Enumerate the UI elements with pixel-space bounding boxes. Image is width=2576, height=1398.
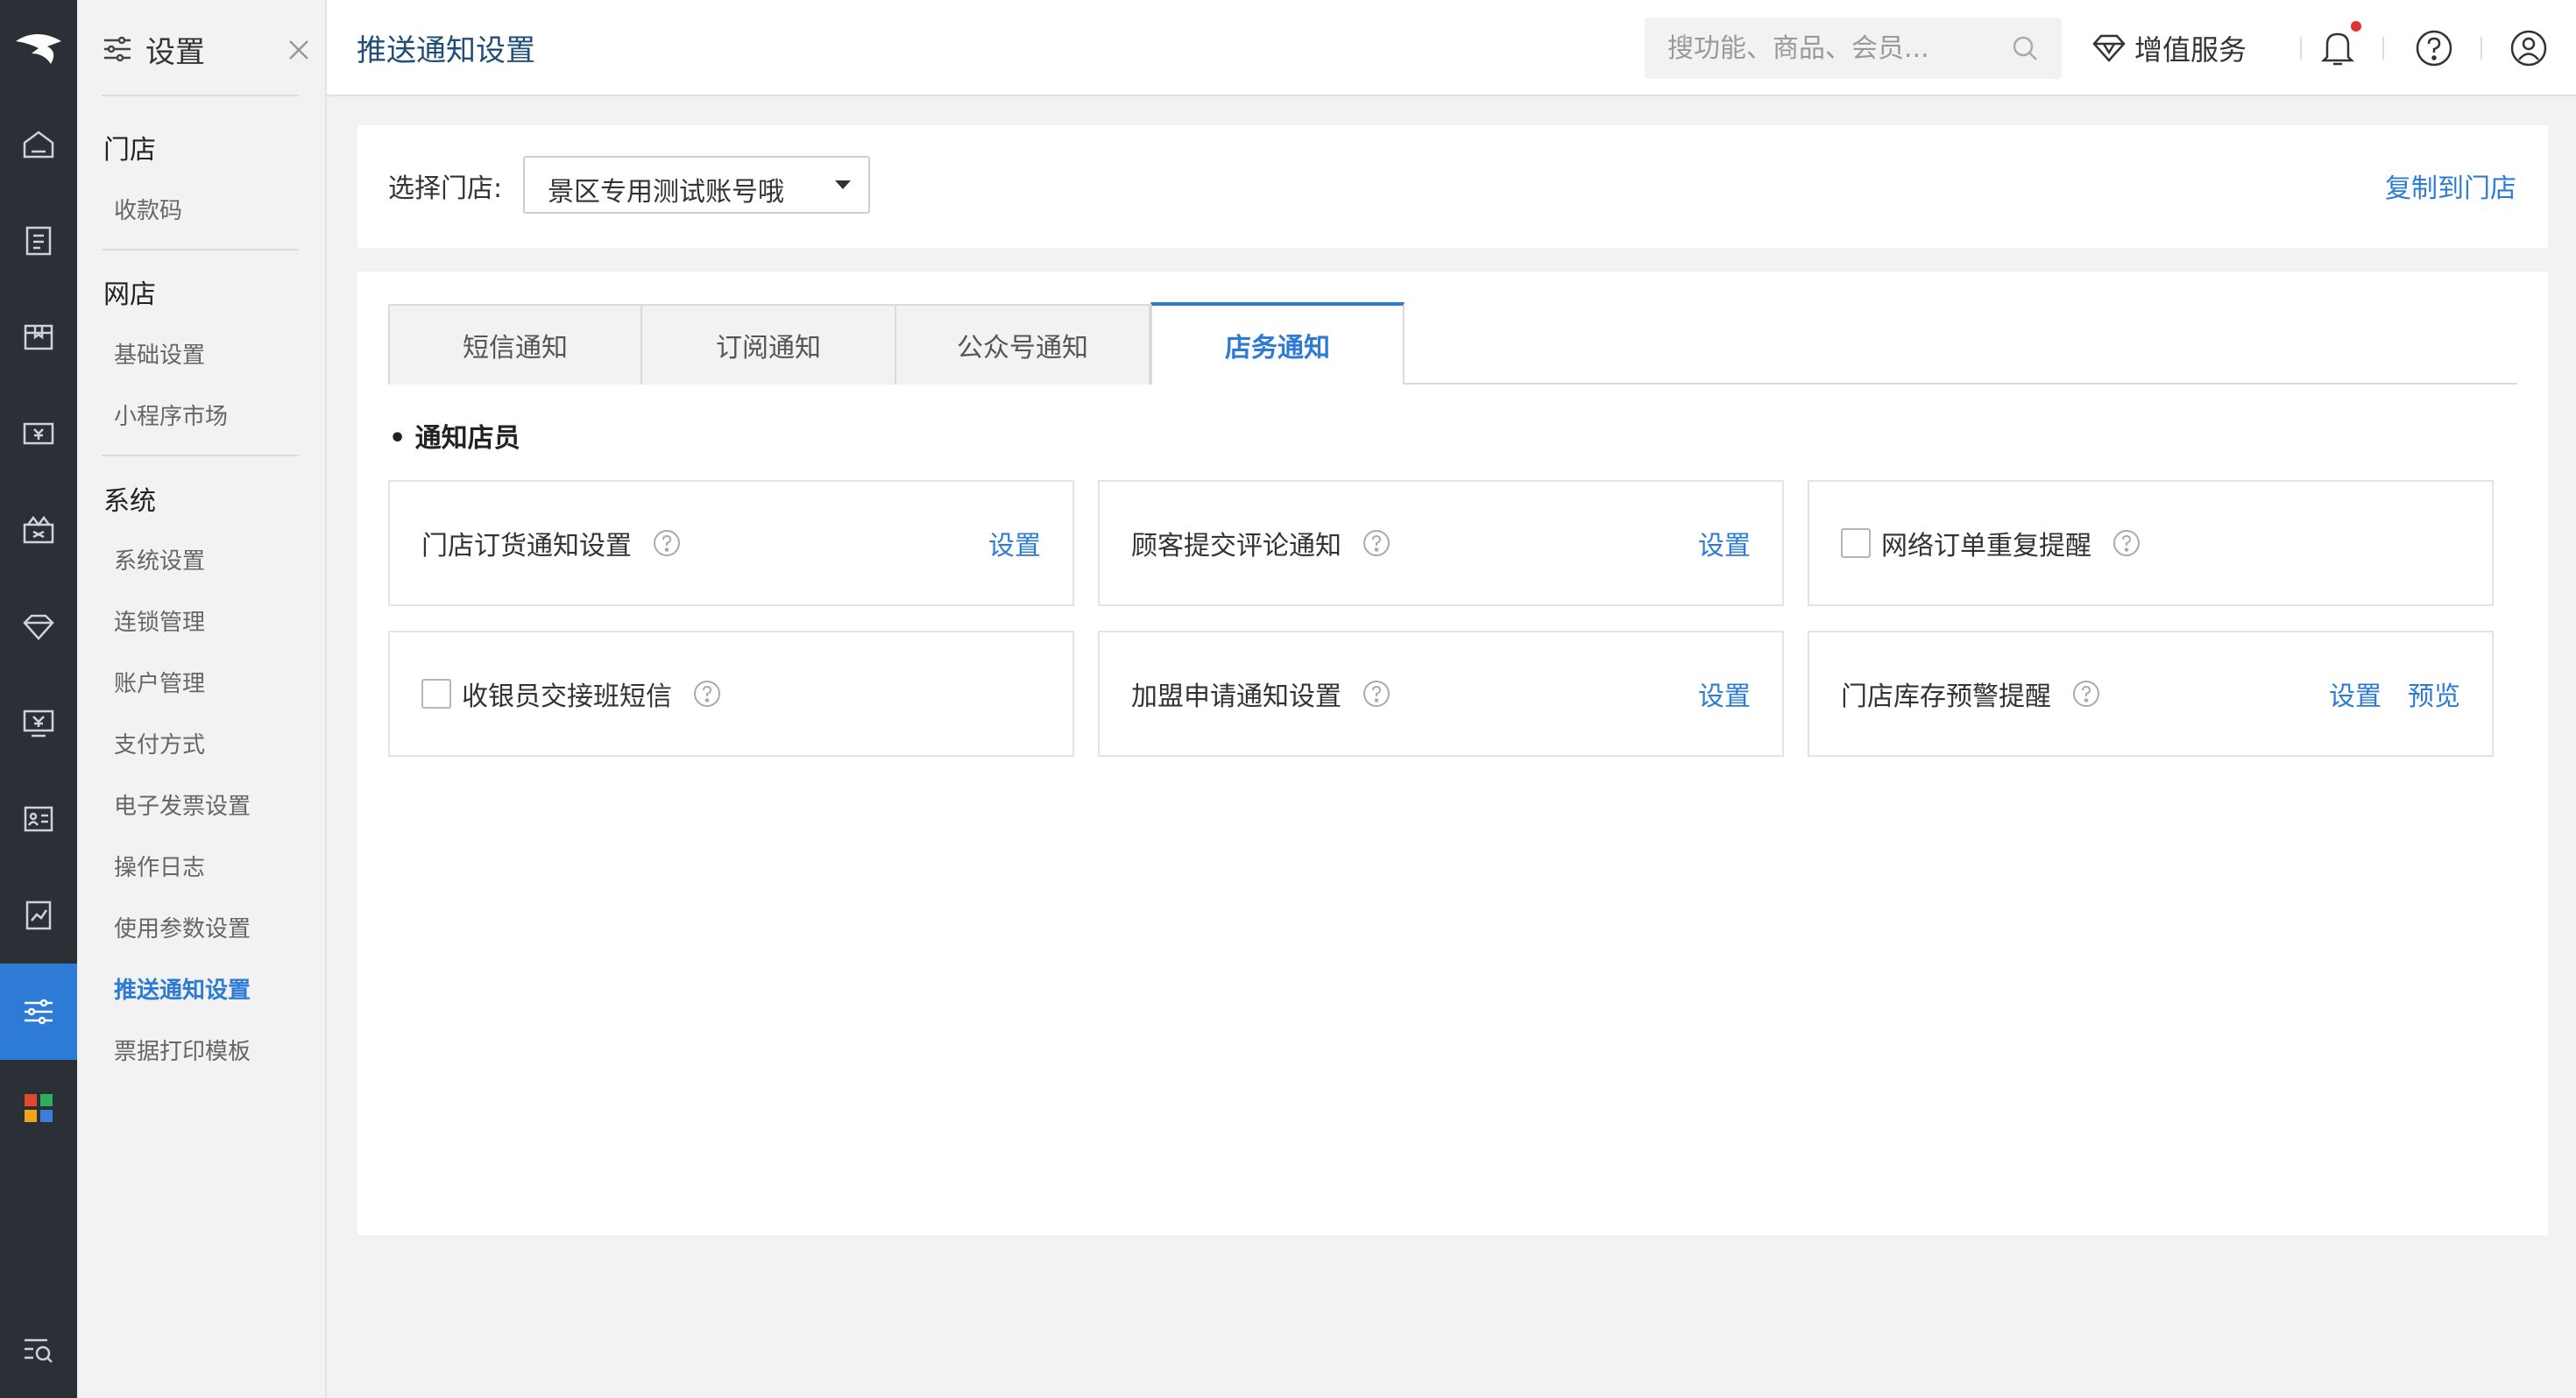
tab-official-account-notification[interactable]: 公众号通知	[896, 304, 1150, 385]
settings-sidebar: 设置 门店 收款码 网店 基础设置 小程序市场 系统 系统设置 连锁管理 账户管…	[77, 0, 327, 1398]
value-added-services-button[interactable]: 增值服务	[2092, 25, 2247, 72]
top-header: 推送通知设置 增值服务	[327, 0, 2576, 96]
sidebar-group-online-store: 网店	[103, 279, 156, 310]
card-customer-review-notification: 顾客提交评论通知 设置	[1098, 480, 1784, 606]
value-added-services-label: 增值服务	[2134, 33, 2247, 67]
divider	[102, 249, 299, 251]
settings-link[interactable]: 设置	[1698, 524, 1751, 562]
card-label: 加盟申请通知设置	[1131, 681, 1341, 712]
divider	[2300, 37, 2302, 60]
sidebar-group-store: 门店	[103, 135, 156, 166]
tab-sms-notification[interactable]: 短信通知	[388, 304, 642, 385]
close-icon[interactable]	[286, 37, 312, 63]
sidebar-item-usage-parameters[interactable]: 使用参数设置	[114, 911, 251, 943]
card-franchise-application-notification: 加盟申请通知设置 设置	[1098, 631, 1784, 757]
tab-store-affairs-notification[interactable]: 店务通知	[1150, 302, 1405, 385]
sliders-icon	[102, 33, 133, 65]
notification-settings-panel: 短信通知 订阅通知 公众号通知 店务通知 • 通知店员 门店订货通知设置 设置 …	[357, 272, 2548, 1235]
settings-link[interactable]: 设置	[988, 524, 1041, 562]
card-store-order-notification: 门店订货通知设置 设置	[388, 480, 1074, 606]
store-select-panel: 选择门店: 景区专用测试账号哦 复制到门店	[357, 125, 2548, 248]
card-label: 门店库存预警提醒	[1841, 681, 2051, 712]
divider	[102, 455, 299, 456]
notification-badge	[2351, 21, 2361, 32]
question-icon[interactable]	[653, 529, 681, 557]
diamond-icon	[2092, 33, 2126, 63]
settings-link[interactable]: 设置	[2329, 674, 2381, 713]
sidebar-item-operation-log[interactable]: 操作日志	[114, 850, 205, 882]
sidebar-title: 设置	[145, 34, 205, 70]
checkbox[interactable]	[421, 679, 451, 709]
global-search	[1645, 18, 2062, 79]
card-inventory-warning-reminder: 门店库存预警提醒 设置 预览	[1808, 631, 2494, 757]
sidebar-item-mini-program-market[interactable]: 小程序市场	[114, 399, 228, 431]
sidebar-item-payment-methods[interactable]: 支付方式	[114, 727, 205, 759]
card-label: 收银员交接班短信	[462, 681, 672, 712]
divider	[102, 95, 299, 96]
finance-icon[interactable]	[0, 674, 77, 771]
search-input[interactable]	[1667, 18, 2000, 79]
staff-card-icon[interactable]	[0, 771, 77, 867]
icon-rail	[0, 0, 77, 1398]
divider	[2480, 37, 2482, 60]
sidebar-item-e-invoice-settings[interactable]: 电子发票设置	[114, 788, 251, 821]
bell-icon[interactable]	[2316, 26, 2360, 70]
sidebar-item-account-management[interactable]: 账户管理	[114, 666, 205, 698]
question-icon[interactable]	[1362, 529, 1391, 557]
card-label: 门店订货通知设置	[421, 531, 632, 561]
sidebar-item-basic-settings[interactable]: 基础设置	[114, 337, 205, 370]
help-icon[interactable]	[2412, 26, 2456, 70]
checkbox[interactable]	[1841, 528, 1871, 558]
caret-down-icon	[835, 180, 851, 189]
card-online-order-duplicate-reminder: 网络订单重复提醒	[1808, 480, 2494, 606]
card-cashier-shift-sms: 收银员交接班短信	[388, 631, 1074, 757]
preview-link[interactable]: 预览	[2408, 674, 2460, 713]
brand-logo-icon[interactable]	[0, 0, 77, 96]
sidebar-header: 设置	[102, 30, 312, 70]
search-icon[interactable]	[2011, 34, 2039, 62]
notification-tabs: 短信通知 订阅通知 公众号通知 店务通知	[388, 302, 2517, 385]
menu-search-icon[interactable]	[0, 1302, 77, 1398]
copy-to-store-link[interactable]: 复制到门店	[2385, 166, 2516, 205]
card-label: 网络订单重复提醒	[1881, 531, 2091, 561]
question-icon[interactable]	[2112, 529, 2141, 557]
home-icon[interactable]	[0, 96, 77, 193]
goods-icon[interactable]	[0, 193, 77, 289]
question-icon[interactable]	[1362, 680, 1391, 708]
sidebar-item-push-notification-settings[interactable]: 推送通知设置	[114, 972, 251, 1005]
sidebar-item-receipt-print-template[interactable]: 票据打印模板	[114, 1034, 251, 1066]
store-box-icon[interactable]	[0, 289, 77, 385]
settings-sliders-icon[interactable]	[0, 964, 77, 1060]
cashier-icon[interactable]	[0, 385, 77, 482]
settings-link[interactable]: 设置	[1698, 674, 1751, 713]
divider	[2382, 37, 2384, 60]
report-icon[interactable]	[0, 867, 77, 964]
user-avatar-icon[interactable]	[2507, 26, 2551, 70]
store-select-value: 景区专用测试账号哦	[548, 177, 784, 208]
member-diamond-icon[interactable]	[0, 578, 77, 674]
sidebar-item-chain-management[interactable]: 连锁管理	[114, 604, 205, 637]
store-select-label: 选择门店:	[388, 173, 503, 204]
question-icon[interactable]	[693, 680, 721, 708]
apps-grid-icon[interactable]	[0, 1060, 77, 1156]
question-icon[interactable]	[2072, 680, 2100, 708]
page-title: 推送通知设置	[357, 33, 535, 68]
card-label: 顾客提交评论通知	[1131, 531, 1341, 561]
promotion-icon[interactable]	[0, 482, 77, 578]
section-title-notify-staff: • 通知店员	[389, 423, 520, 454]
tab-subscription-notification[interactable]: 订阅通知	[642, 304, 896, 385]
store-select-dropdown[interactable]: 景区专用测试账号哦	[523, 156, 870, 214]
sidebar-item-payment-code[interactable]: 收款码	[114, 193, 182, 225]
sidebar-item-system-settings[interactable]: 系统设置	[114, 543, 205, 575]
sidebar-group-system: 系统	[103, 486, 156, 517]
